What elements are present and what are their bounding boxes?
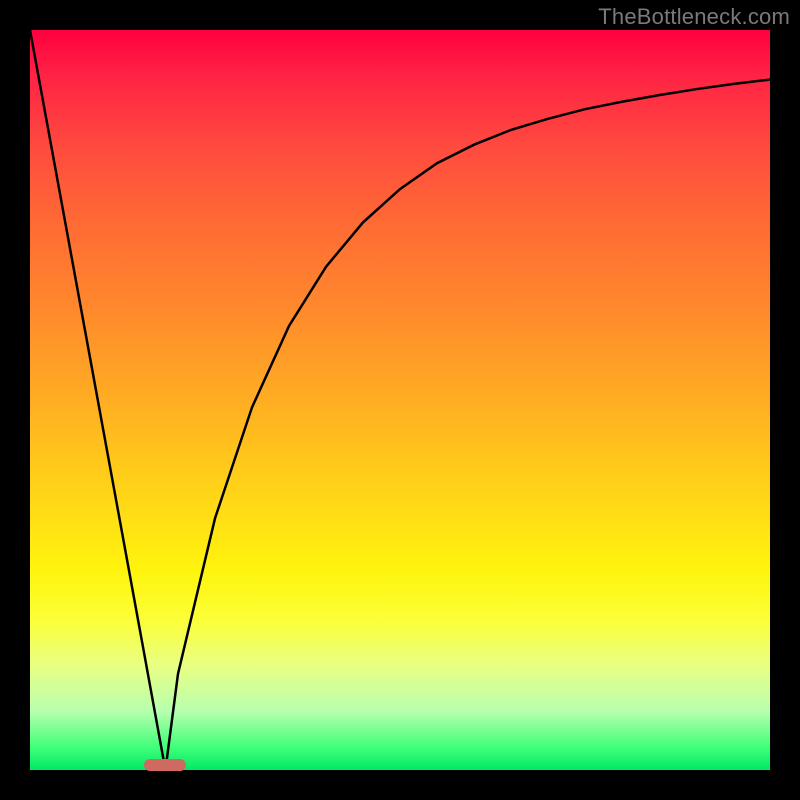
right-curve [165, 80, 770, 770]
watermark-text: TheBottleneck.com [598, 4, 790, 30]
plot-area [30, 30, 770, 770]
curve-layer [30, 30, 770, 770]
bottleneck-marker [144, 759, 186, 771]
chart-frame: TheBottleneck.com [0, 0, 800, 800]
left-line [30, 30, 165, 770]
